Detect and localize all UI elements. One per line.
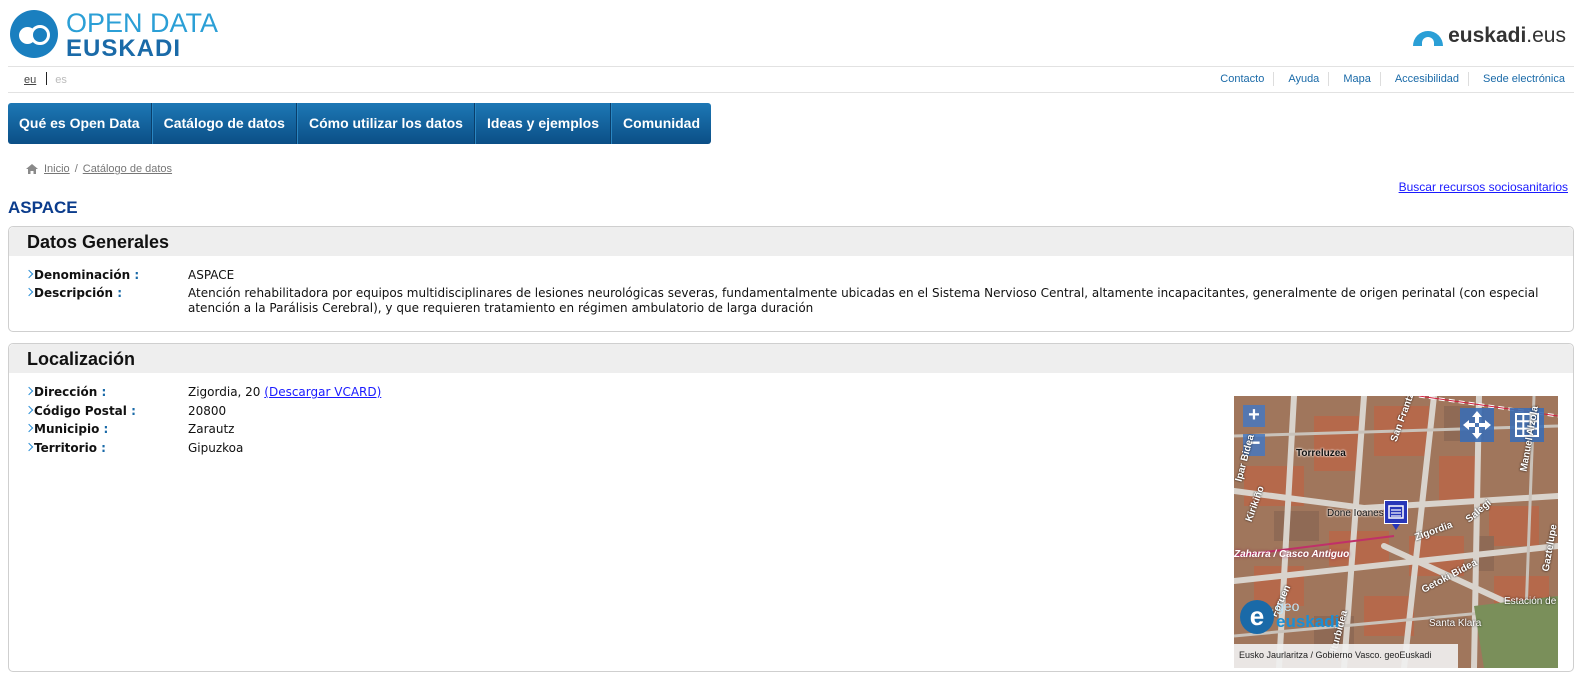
- lang-eu-link[interactable]: eu: [24, 74, 36, 86]
- breadcrumb-home-link[interactable]: Inicio: [44, 163, 70, 175]
- denominacion-label: Denominación: [34, 268, 131, 282]
- accesibilidad-link[interactable]: Accesibilidad: [1379, 72, 1468, 86]
- descripcion-label: Descripción: [34, 286, 113, 300]
- location-map[interactable]: + − Torreluzea Done Ioanes Zigordia Zaha…: [1234, 396, 1558, 668]
- codigo-postal-label: Código Postal: [34, 404, 127, 418]
- euskadi-arc-icon: [1413, 30, 1444, 46]
- lang-es-link[interactable]: es: [55, 74, 67, 86]
- map-label-santa-klara: Santa Klara: [1429, 618, 1482, 629]
- geoeuskadi-brand-text: euskadi: [1276, 612, 1340, 631]
- map-label-estacion: Estación de: [1504, 596, 1557, 607]
- location-heading: Localización: [9, 344, 1573, 373]
- nav-como-utilizar[interactable]: Cómo utilizar los datos: [296, 103, 475, 144]
- ayuda-link[interactable]: Ayuda: [1273, 72, 1328, 86]
- breadcrumb-catalog-link[interactable]: Catálogo de datos: [83, 163, 172, 175]
- general-data-heading: Datos Generales: [9, 227, 1573, 256]
- page-title: ASPACE: [8, 198, 78, 217]
- language-switcher: eu es: [24, 72, 67, 86]
- breadcrumb: Inicio / Catálogo de datos: [26, 163, 172, 175]
- location-panel: Localización Dirección : Zigordia, 20 (D…: [8, 343, 1574, 672]
- map-label-casco-antiguo: Zaharra / Casco Antiguo: [1234, 549, 1350, 560]
- municipio-value: Zarautz: [188, 422, 235, 436]
- map-fullscreen-icon[interactable]: [1460, 408, 1494, 442]
- municipio-label: Municipio: [34, 422, 100, 436]
- direccion-label: Dirección: [34, 385, 98, 399]
- logo-text-line2: EUSKADI: [66, 35, 182, 62]
- euskadi-tld-text: .eus: [1526, 24, 1566, 47]
- geoeuskadi-e-icon: e: [1240, 600, 1274, 634]
- open-data-euskadi-logo[interactable]: OPEN DATA EUSKADI: [10, 8, 240, 62]
- home-icon: [26, 164, 38, 174]
- nav-catalogo-de-datos[interactable]: Catálogo de datos: [151, 103, 297, 144]
- euskadi-eus-logo[interactable]: euskadi.eus: [1413, 24, 1566, 48]
- mapa-link[interactable]: Mapa: [1328, 72, 1380, 86]
- codigo-postal-value: 20800: [188, 404, 227, 418]
- nav-que-es-open-data[interactable]: Qué es Open Data: [8, 103, 152, 144]
- logo-mark-icon: [10, 10, 58, 58]
- download-vcard-link[interactable]: (Descargar VCARD): [264, 385, 381, 399]
- contacto-link[interactable]: Contacto: [1206, 72, 1273, 86]
- top-utility-bar: eu es Contacto Ayuda Mapa Accesibilidad S…: [8, 66, 1574, 93]
- main-nav: Qué es Open Data Catálogo de datos Cómo …: [8, 103, 712, 144]
- utility-links: Contacto Ayuda Mapa Accesibilidad Sede e…: [1206, 72, 1574, 86]
- map-location-marker-icon[interactable]: [1384, 500, 1408, 530]
- sede-electronica-link[interactable]: Sede electrónica: [1468, 72, 1574, 86]
- territorio-label: Territorio: [34, 441, 97, 455]
- map-attribution: Eusko Jaurlaritza / Gobierno Vasco. geoE…: [1234, 644, 1458, 668]
- map-label-done-ioanes: Done Ioanes: [1327, 508, 1384, 519]
- general-data-panel: Datos Generales Denominación : ASPACE De…: [8, 226, 1574, 332]
- nav-ideas-y-ejemplos[interactable]: Ideas y ejemplos: [474, 103, 612, 144]
- map-zoom-in-button[interactable]: +: [1243, 405, 1265, 427]
- direccion-value: Zigordia, 20: [188, 385, 261, 399]
- breadcrumb-separator: /: [74, 163, 78, 175]
- territorio-value: Gipuzkoa: [188, 441, 244, 455]
- nav-comunidad[interactable]: Comunidad: [611, 103, 711, 144]
- map-label-torreluzea: Torreluzea: [1296, 448, 1346, 459]
- euskadi-brand-text: euskadi: [1448, 24, 1527, 47]
- descripcion-value: Atención rehabilitadora por equipos mult…: [188, 286, 1539, 315]
- denominacion-value: ASPACE: [188, 268, 235, 282]
- search-sociosanitarios-link[interactable]: Buscar recursos sociosanitarios: [1399, 180, 1568, 194]
